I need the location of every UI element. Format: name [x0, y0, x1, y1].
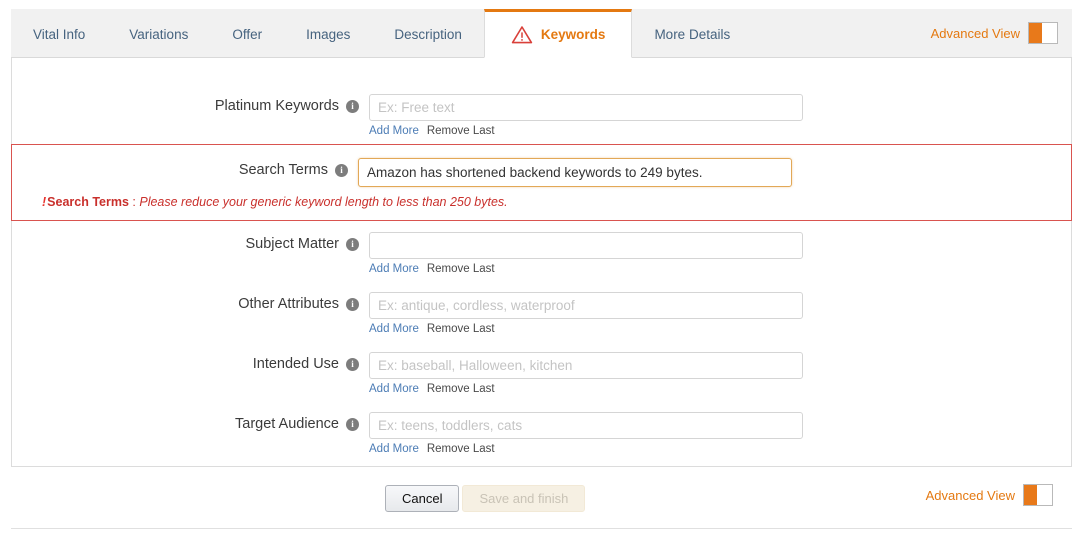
- subject-matter-actions: Add More Remove Last: [369, 263, 803, 275]
- keywords-form-card: Platinum Keywordsi Add More Remove Last S…: [11, 58, 1072, 467]
- advanced-view-switch[interactable]: [1023, 484, 1053, 506]
- remove-last-link[interactable]: Remove Last: [427, 263, 495, 275]
- tab-label: Images: [306, 27, 351, 42]
- tab-vital-info[interactable]: Vital Info: [11, 9, 107, 57]
- error-field-name: Search Terms: [47, 195, 129, 209]
- toggle-knob: [1029, 23, 1042, 43]
- save-and-finish-button[interactable]: Save and finish: [462, 485, 586, 512]
- target-audience-actions: Add More Remove Last: [369, 443, 803, 455]
- target-audience-input[interactable]: [369, 412, 803, 439]
- tab-label: Offer: [232, 27, 263, 42]
- tab-more-details[interactable]: More Details: [632, 9, 752, 57]
- advanced-view-toggle-top[interactable]: Advanced View: [931, 9, 1072, 57]
- remove-last-link[interactable]: Remove Last: [427, 323, 495, 335]
- warning-triangle-icon: [511, 25, 533, 44]
- search-terms-error-container: Search Termsi !Search Terms : Please red…: [11, 144, 1072, 221]
- footer: Cancel Save and finish Advanced View: [0, 467, 1080, 535]
- advanced-view-label: Advanced View: [925, 487, 1015, 503]
- advanced-view-toggle-bottom[interactable]: Advanced View: [926, 484, 1053, 506]
- cancel-button[interactable]: Cancel: [385, 485, 460, 512]
- info-icon[interactable]: i: [346, 100, 359, 113]
- advanced-view-switch[interactable]: [1028, 22, 1058, 44]
- subject-matter-input[interactable]: [369, 232, 803, 259]
- tab-keywords[interactable]: Keywords: [483, 9, 633, 58]
- error-marker-icon: !: [42, 195, 47, 209]
- intended-use-actions: Add More Remove Last: [369, 383, 803, 395]
- error-text: Please reduce your generic keyword lengt…: [139, 195, 508, 209]
- remove-last-link[interactable]: Remove Last: [427, 383, 495, 395]
- info-icon[interactable]: i: [335, 164, 348, 177]
- add-more-link[interactable]: Add More: [369, 323, 419, 335]
- tab-label: Keywords: [540, 27, 606, 42]
- tab-label: More Details: [654, 27, 731, 42]
- search-terms-input[interactable]: [358, 158, 792, 187]
- field-label-intended-use: Intended Use i: [12, 352, 359, 372]
- advanced-view-label: Advanced View: [930, 25, 1020, 41]
- error-separator: :: [128, 195, 140, 209]
- platinum-keywords-input[interactable]: [369, 94, 803, 121]
- remove-last-link[interactable]: Remove Last: [427, 443, 495, 455]
- other-attributes-actions: Add More Remove Last: [369, 323, 803, 335]
- info-icon[interactable]: i: [346, 418, 359, 431]
- footer-actions: Cancel Save and finish: [385, 485, 586, 512]
- field-label-target-audience: Target Audience i: [12, 412, 359, 432]
- tab-label: Description: [394, 27, 462, 42]
- search-terms-error-message: !Search Terms : Please reduce your gener…: [42, 195, 508, 209]
- add-more-link[interactable]: Add More: [369, 383, 419, 395]
- tab-label: Variations: [129, 27, 189, 42]
- field-label-subject-matter: Subject Matter i: [12, 232, 359, 252]
- toggle-knob: [1024, 485, 1037, 505]
- tab-offer[interactable]: Offer: [210, 9, 284, 57]
- footer-divider: [11, 528, 1072, 529]
- tab-description[interactable]: Description: [372, 9, 484, 57]
- add-more-link[interactable]: Add More: [369, 125, 419, 137]
- tab-bar: Vital Info Variations Offer Images Descr…: [11, 9, 1072, 58]
- platinum-keywords-actions: Add More Remove Last: [369, 125, 803, 137]
- info-icon[interactable]: i: [346, 358, 359, 371]
- field-label-other-attributes: Other Attributes i: [12, 292, 359, 312]
- tab-variations[interactable]: Variations: [107, 9, 210, 57]
- field-label-platinum-keywords: Platinum Keywords i: [12, 94, 359, 114]
- info-icon[interactable]: i: [346, 298, 359, 311]
- field-label-search-terms: Search Terms i: [12, 158, 348, 178]
- other-attributes-input[interactable]: [369, 292, 803, 319]
- tab-images[interactable]: Images: [284, 9, 372, 57]
- intended-use-input[interactable]: [369, 352, 803, 379]
- add-more-link[interactable]: Add More: [369, 443, 419, 455]
- add-more-link[interactable]: Add More: [369, 263, 419, 275]
- tab-label: Vital Info: [33, 27, 86, 42]
- remove-last-link[interactable]: Remove Last: [427, 125, 495, 137]
- info-icon[interactable]: i: [346, 238, 359, 251]
